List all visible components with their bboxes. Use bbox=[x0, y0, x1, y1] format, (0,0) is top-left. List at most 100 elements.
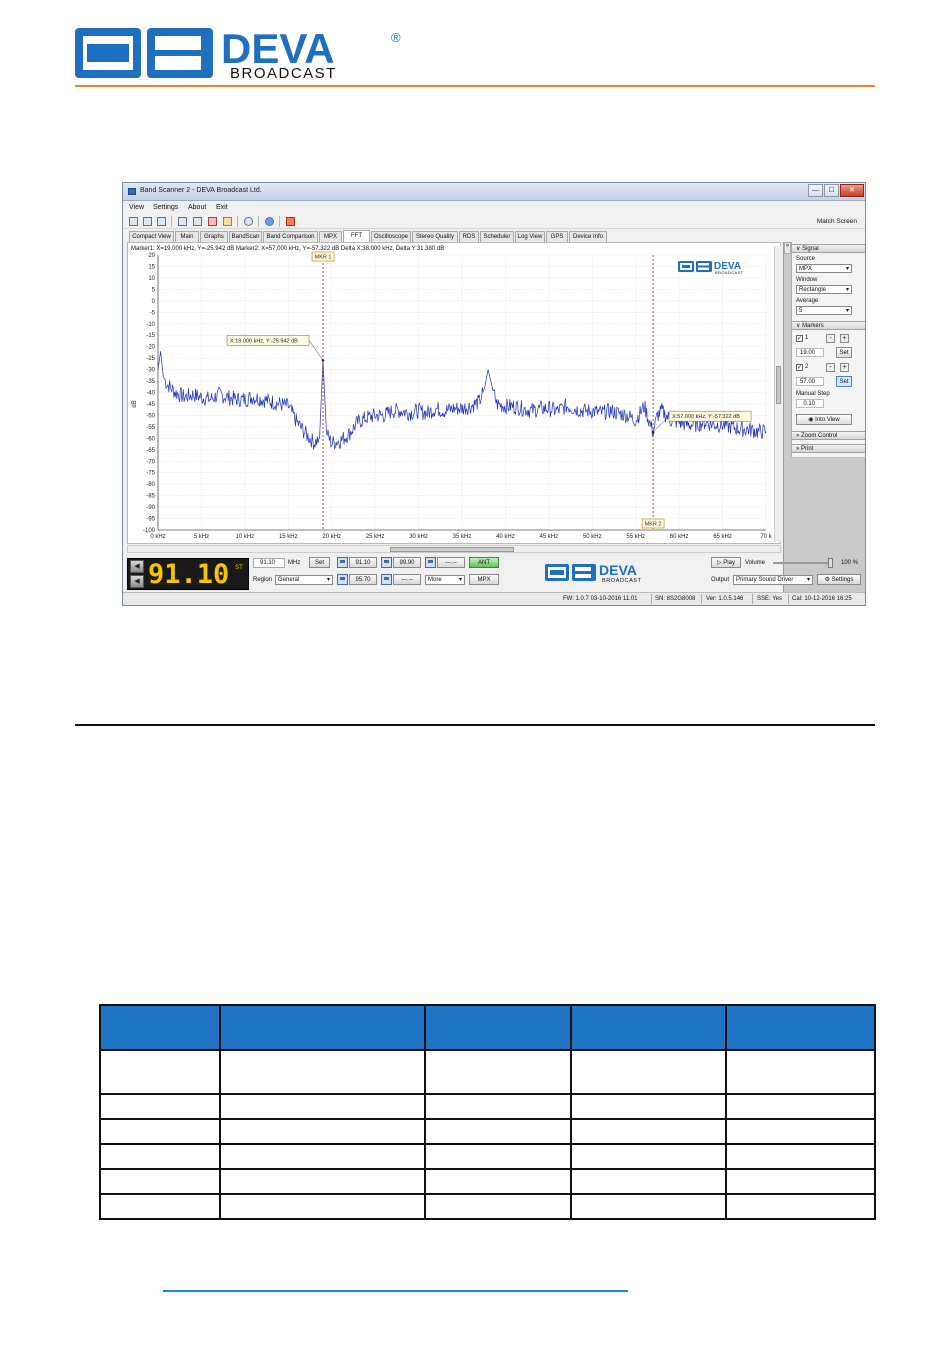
menu-exit[interactable]: Exit bbox=[216, 204, 228, 211]
deva-broadcast-logo: DEVA ® BROADCAST bbox=[75, 25, 415, 87]
tab-graphs[interactable]: Graphs bbox=[200, 231, 228, 242]
mpx-button[interactable]: MPX bbox=[469, 574, 499, 585]
marker2-value-input[interactable]: 57.00 bbox=[796, 377, 824, 386]
tune-up-button[interactable]: ◀ bbox=[130, 560, 144, 573]
y-tick-label: -90 bbox=[146, 505, 155, 511]
link-underline[interactable] bbox=[163, 1290, 628, 1292]
menu-settings[interactable]: Settings bbox=[153, 204, 178, 211]
delete-icon[interactable] bbox=[208, 217, 217, 226]
table-cell bbox=[569, 1118, 728, 1145]
print-section-header[interactable]: » Print bbox=[792, 444, 865, 453]
preset5-save-icon[interactable] bbox=[381, 574, 392, 585]
frequency-set-button[interactable]: Set bbox=[309, 557, 330, 568]
tab-compact-view[interactable]: Compact View bbox=[129, 231, 174, 242]
edit-icon[interactable] bbox=[223, 217, 232, 226]
frequency-input[interactable]: 91.10 bbox=[253, 558, 285, 568]
match-screen-button[interactable]: Match Screen bbox=[817, 218, 857, 225]
minimize-button[interactable]: — bbox=[808, 184, 823, 197]
marker1-value-input[interactable]: 19.00 bbox=[796, 348, 824, 357]
table-row bbox=[99, 1193, 876, 1220]
status-separator bbox=[788, 594, 789, 604]
tab-scheduler[interactable]: Scheduler bbox=[480, 231, 514, 242]
table-row bbox=[99, 1049, 876, 1095]
table-cell bbox=[99, 1093, 221, 1120]
manual-step-input[interactable]: 0.10 bbox=[796, 399, 824, 408]
scrollbar-thumb[interactable] bbox=[390, 547, 514, 552]
audio-settings-button[interactable]: ⚙ Settings bbox=[817, 574, 861, 585]
marker1-set-button[interactable]: Set bbox=[836, 347, 852, 358]
power-icon[interactable] bbox=[286, 217, 295, 226]
tab-rds[interactable]: RDS bbox=[459, 231, 479, 242]
y-tick-label: -65 bbox=[146, 448, 155, 454]
horizontal-scrollbar[interactable] bbox=[127, 545, 781, 553]
preset3-save-icon[interactable] bbox=[425, 557, 436, 568]
copy-icon[interactable] bbox=[143, 217, 152, 226]
into-view-button[interactable]: ◉ Into View bbox=[796, 414, 852, 425]
marker2-set-button[interactable]: Set bbox=[836, 376, 852, 387]
y-tick-label: 10 bbox=[148, 276, 155, 282]
marker2-minus-button[interactable]: - bbox=[826, 363, 835, 372]
output-select[interactable]: Primary Sound Driver bbox=[733, 575, 813, 585]
preset2-save-icon[interactable] bbox=[381, 557, 392, 568]
menu-view[interactable]: View bbox=[129, 204, 144, 211]
more-select[interactable]: More bbox=[425, 575, 465, 585]
toolbar-separator bbox=[237, 216, 238, 227]
average-select[interactable]: 5 bbox=[796, 306, 852, 315]
window-select[interactable]: Rectangle bbox=[796, 285, 852, 294]
preset5-button[interactable]: ---.-- bbox=[393, 574, 421, 585]
antenna-button[interactable]: ANT bbox=[469, 557, 499, 568]
volume-slider-track[interactable] bbox=[773, 562, 833, 564]
preset4-button[interactable]: 95.70 bbox=[349, 574, 377, 585]
vertical-scrollbar[interactable] bbox=[774, 246, 781, 542]
signal-section-header[interactable]: ∨ Signal bbox=[792, 244, 865, 253]
close-button[interactable]: ✕ bbox=[840, 184, 864, 197]
marker2-label: 2 bbox=[805, 364, 809, 370]
volume-slider-thumb[interactable] bbox=[828, 558, 833, 568]
region-select[interactable]: General bbox=[275, 575, 333, 585]
preset1-save-icon[interactable] bbox=[337, 557, 348, 568]
tab-stereo-quality[interactable]: Stereo Quality bbox=[412, 231, 458, 242]
marker1-minus-button[interactable]: - bbox=[826, 334, 835, 343]
marker1-checkbox[interactable]: ✓ bbox=[796, 335, 803, 342]
tune-down-button[interactable]: ◀ bbox=[130, 575, 144, 588]
table-cell bbox=[424, 1143, 572, 1170]
window-title: Band Scanner 2 - DEVA Broadcast Ltd. bbox=[140, 187, 262, 194]
tab-bandscan[interactable]: BandScan bbox=[229, 231, 262, 242]
tab-mpx[interactable]: MPX bbox=[319, 231, 342, 242]
toolbar-separator bbox=[171, 216, 172, 227]
table-icon[interactable] bbox=[178, 217, 187, 226]
x-tick-label: 50 kHz bbox=[583, 534, 602, 540]
tab-gps[interactable]: GPS bbox=[546, 231, 568, 242]
play-button[interactable]: ▷ Play bbox=[711, 557, 741, 568]
tab-log-view[interactable]: Log View bbox=[515, 231, 545, 242]
panel-collapse-button[interactable]: » bbox=[784, 242, 791, 254]
source-select[interactable]: MPX bbox=[796, 264, 852, 273]
tab-device-info[interactable]: Device Info bbox=[569, 231, 607, 242]
tab-band-comparison[interactable]: Band Comparison bbox=[263, 231, 318, 242]
tab-fft[interactable]: FFT bbox=[343, 230, 370, 242]
tab-main[interactable]: Main bbox=[175, 231, 199, 242]
scrollbar-thumb[interactable] bbox=[776, 366, 781, 404]
preset3-button[interactable]: ---.-- bbox=[437, 557, 465, 568]
status-ver: Ver: 1.0.5.146 bbox=[706, 596, 744, 602]
marker1-plus-button[interactable]: + bbox=[840, 334, 849, 343]
preset1-button[interactable]: 91.10 bbox=[349, 557, 377, 568]
preset4-save-icon[interactable] bbox=[337, 574, 348, 585]
menu-bar: View Settings About Exit bbox=[123, 202, 865, 214]
settings-gear-icon[interactable] bbox=[244, 217, 253, 226]
play-label: Play bbox=[723, 560, 735, 566]
preset2-button[interactable]: 99.90 bbox=[393, 557, 421, 568]
info-icon[interactable] bbox=[265, 217, 274, 226]
maximize-button[interactable]: ☐ bbox=[824, 184, 839, 197]
zoom-control-section-header[interactable]: » Zoom Control bbox=[792, 431, 865, 440]
menu-about[interactable]: About bbox=[188, 204, 206, 211]
markers-section-header[interactable]: ∨ Markers bbox=[792, 321, 865, 330]
marker2-plus-button[interactable]: + bbox=[840, 363, 849, 372]
save-icon[interactable] bbox=[193, 217, 202, 226]
open-icon[interactable] bbox=[129, 217, 138, 226]
marker2-checkbox[interactable]: ✓ bbox=[796, 364, 803, 371]
table-row bbox=[99, 1118, 876, 1145]
grid-icon[interactable] bbox=[157, 217, 166, 226]
table-cell bbox=[725, 1049, 876, 1095]
tab-oscilloscope[interactable]: Oscilloscope bbox=[371, 231, 411, 242]
